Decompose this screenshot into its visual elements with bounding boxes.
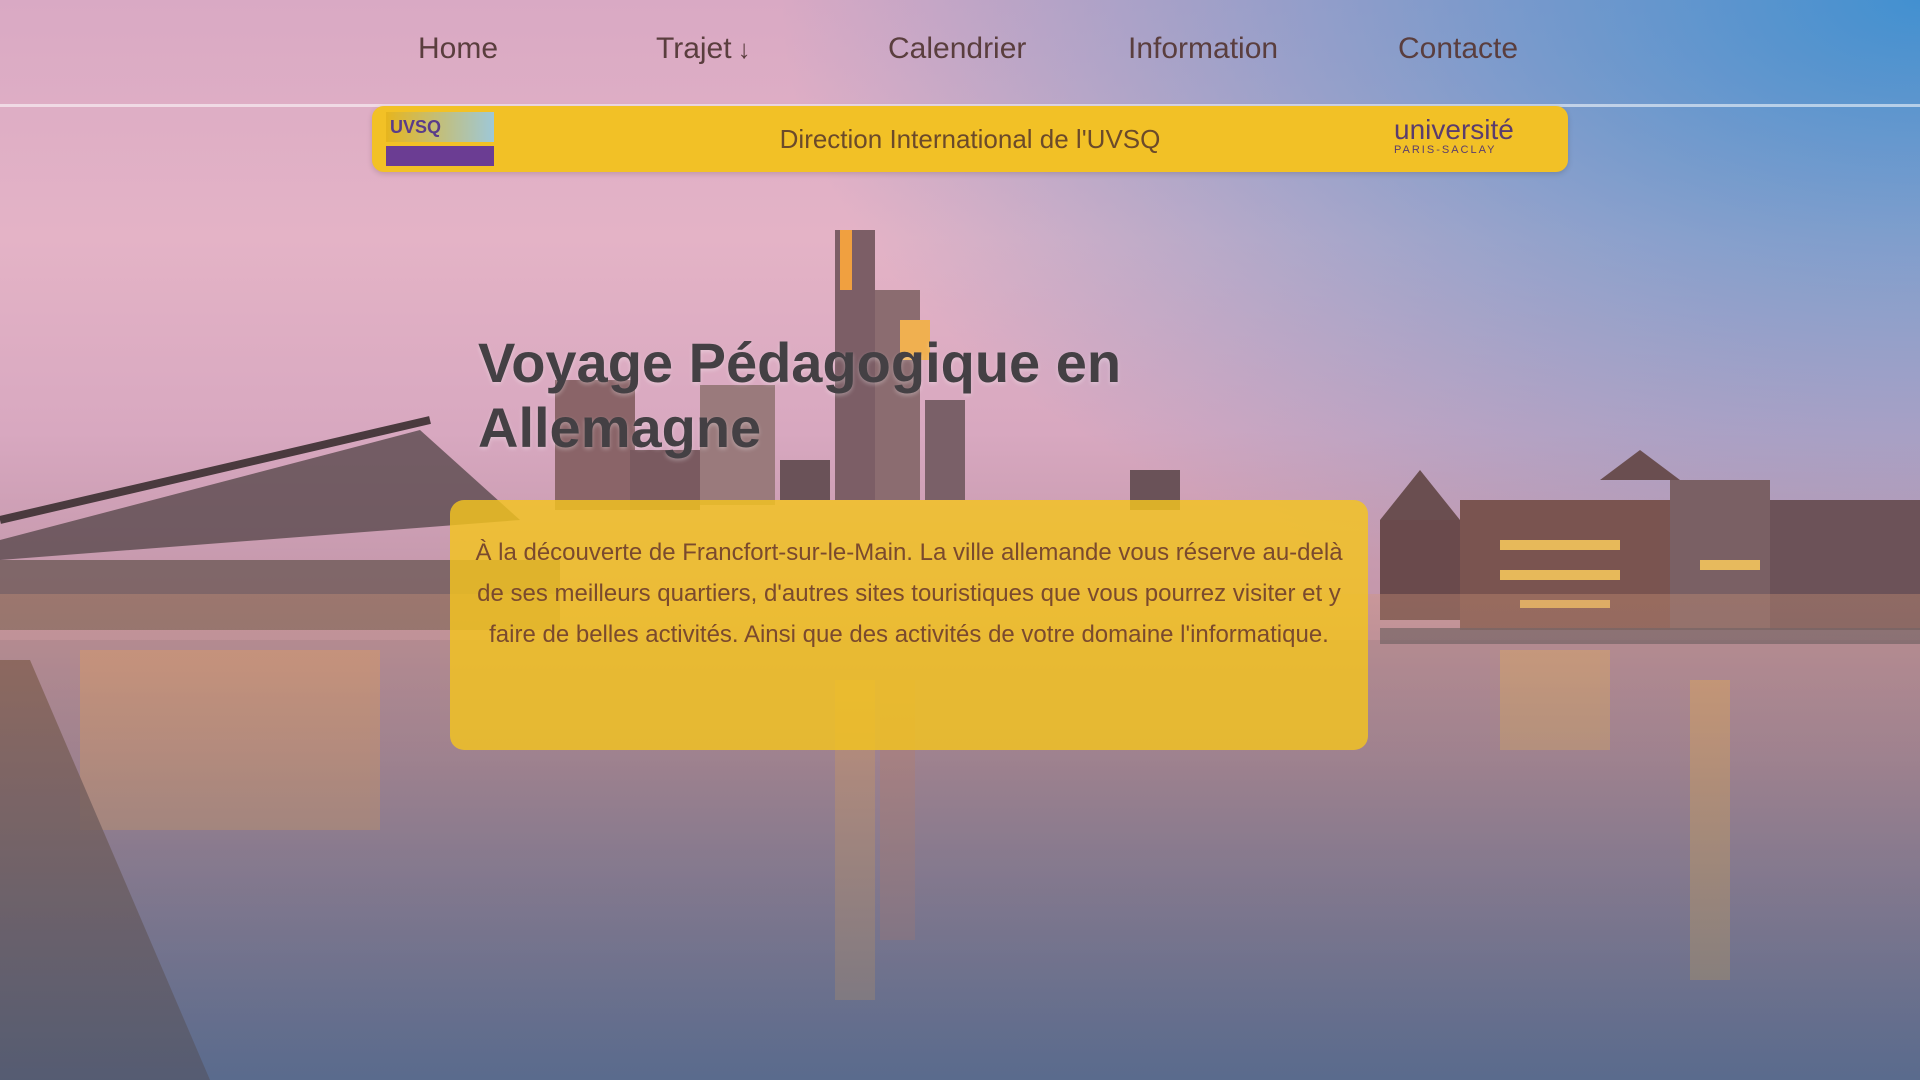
page-title: Voyage Pédagogique en Allemagne (478, 331, 1122, 459)
description-text: À la découverte de Francfort-sur-le-Main… (475, 539, 1343, 648)
universite-paris-saclay-logo[interactable]: université PARIS-SACLAY (1394, 114, 1544, 157)
nav-item-information[interactable]: Information (1128, 32, 1278, 66)
nav-item-trajet[interactable]: Trajet ↓ (656, 32, 751, 66)
nav-item-home[interactable]: Home (418, 32, 498, 66)
description-card: À la découverte de Francfort-sur-le-Main… (450, 500, 1368, 750)
nav-item-trajet-label: Trajet (656, 32, 732, 65)
arrow-down-icon: ↓ (737, 34, 751, 64)
ups-logo-text: université (1394, 114, 1514, 145)
nav-item-contacte[interactable]: Contacte (1398, 32, 1518, 66)
banner-title: Direction International de l'UVSQ (779, 124, 1161, 154)
ups-logo-subtext: PARIS-SACLAY (1394, 144, 1497, 156)
header-banner: UVSQ Direction International de l'UVSQ u… (372, 106, 1568, 172)
main-navigation: Home Trajet ↓ Calendrier Information Cont… (0, 0, 1920, 107)
nav-item-calendrier[interactable]: Calendrier (888, 32, 1026, 66)
